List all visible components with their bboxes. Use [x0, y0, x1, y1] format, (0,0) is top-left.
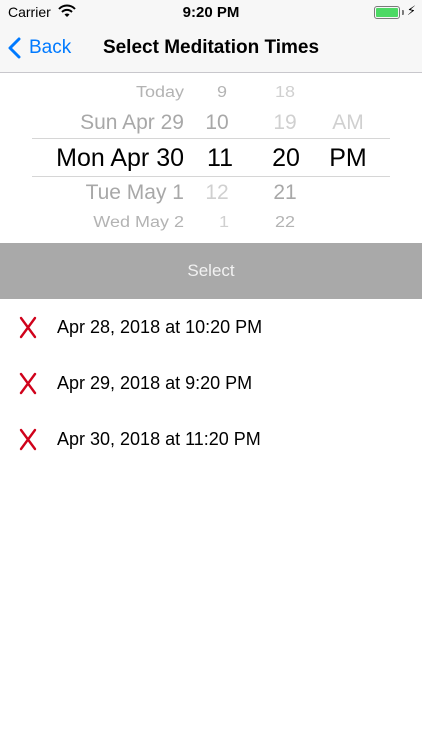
- time-entry-text: Apr 30, 2018 at 11:20 PM: [57, 429, 261, 449]
- navigation-bar: Back Select Meditation Times: [0, 24, 422, 73]
- list-item: Apr 28, 2018 at 10:20 PM: [0, 299, 422, 355]
- x-icon[interactable]: [18, 315, 38, 340]
- x-icon[interactable]: [18, 371, 38, 396]
- select-button[interactable]: Select: [0, 243, 422, 299]
- picker-selection-bottom-line: [32, 176, 390, 177]
- picker-period-selected[interactable]: PM: [329, 144, 367, 173]
- x-icon[interactable]: [18, 427, 38, 452]
- picker-date-offscreen-top[interactable]: [180, 73, 184, 75]
- picker-date-item[interactable]: Tue May 1: [86, 181, 184, 205]
- list-item: Apr 29, 2018 at 9:20 PM: [0, 355, 422, 411]
- list-item: Apr 30, 2018 at 11:20 PM: [0, 411, 422, 467]
- picker-hour-item[interactable]: 12: [205, 181, 228, 205]
- select-button-label: Select: [187, 261, 235, 280]
- picker-date-item[interactable]: Wed May 2: [93, 214, 184, 232]
- picker-hour-selected[interactable]: 11: [207, 144, 233, 173]
- picker-date-item[interactable]: Sun Apr 29: [80, 111, 184, 135]
- picker-hour-item[interactable]: 10: [205, 111, 228, 135]
- picker-minute-item[interactable]: 22: [275, 214, 295, 232]
- picker-period-item[interactable]: AM: [332, 111, 364, 135]
- status-time: 9:20 PM: [182, 4, 240, 21]
- picker-date-selected[interactable]: Mon Apr 30: [56, 144, 184, 173]
- battery-level: [376, 8, 398, 17]
- date-time-picker[interactable]: Today Sun Apr 29 Mon Apr 30 Tue May 1 We…: [0, 73, 422, 243]
- picker-hour-item[interactable]: 9: [217, 84, 227, 102]
- picker-minute-selected[interactable]: 20: [272, 144, 300, 173]
- status-bar: Carrier 9:20 PM ⚡: [0, 0, 422, 24]
- battery-nub: [402, 10, 404, 15]
- picker-date-item[interactable]: Today: [136, 84, 184, 102]
- picker-hour-item[interactable]: 1: [219, 214, 229, 232]
- time-entry-text: Apr 29, 2018 at 9:20 PM: [57, 373, 253, 393]
- battery-icon: [374, 6, 400, 19]
- lightning-bolt-icon: ⚡: [406, 3, 416, 18]
- picker-minute-item[interactable]: 19: [273, 111, 296, 135]
- page-title: Select Meditation Times: [102, 37, 320, 58]
- time-entry-text: Apr 28, 2018 at 10:20 PM: [57, 317, 263, 337]
- picker-minute-item[interactable]: 21: [273, 181, 296, 205]
- picker-minute-item[interactable]: 18: [275, 84, 295, 102]
- picker-selection-top-line: [32, 138, 390, 139]
